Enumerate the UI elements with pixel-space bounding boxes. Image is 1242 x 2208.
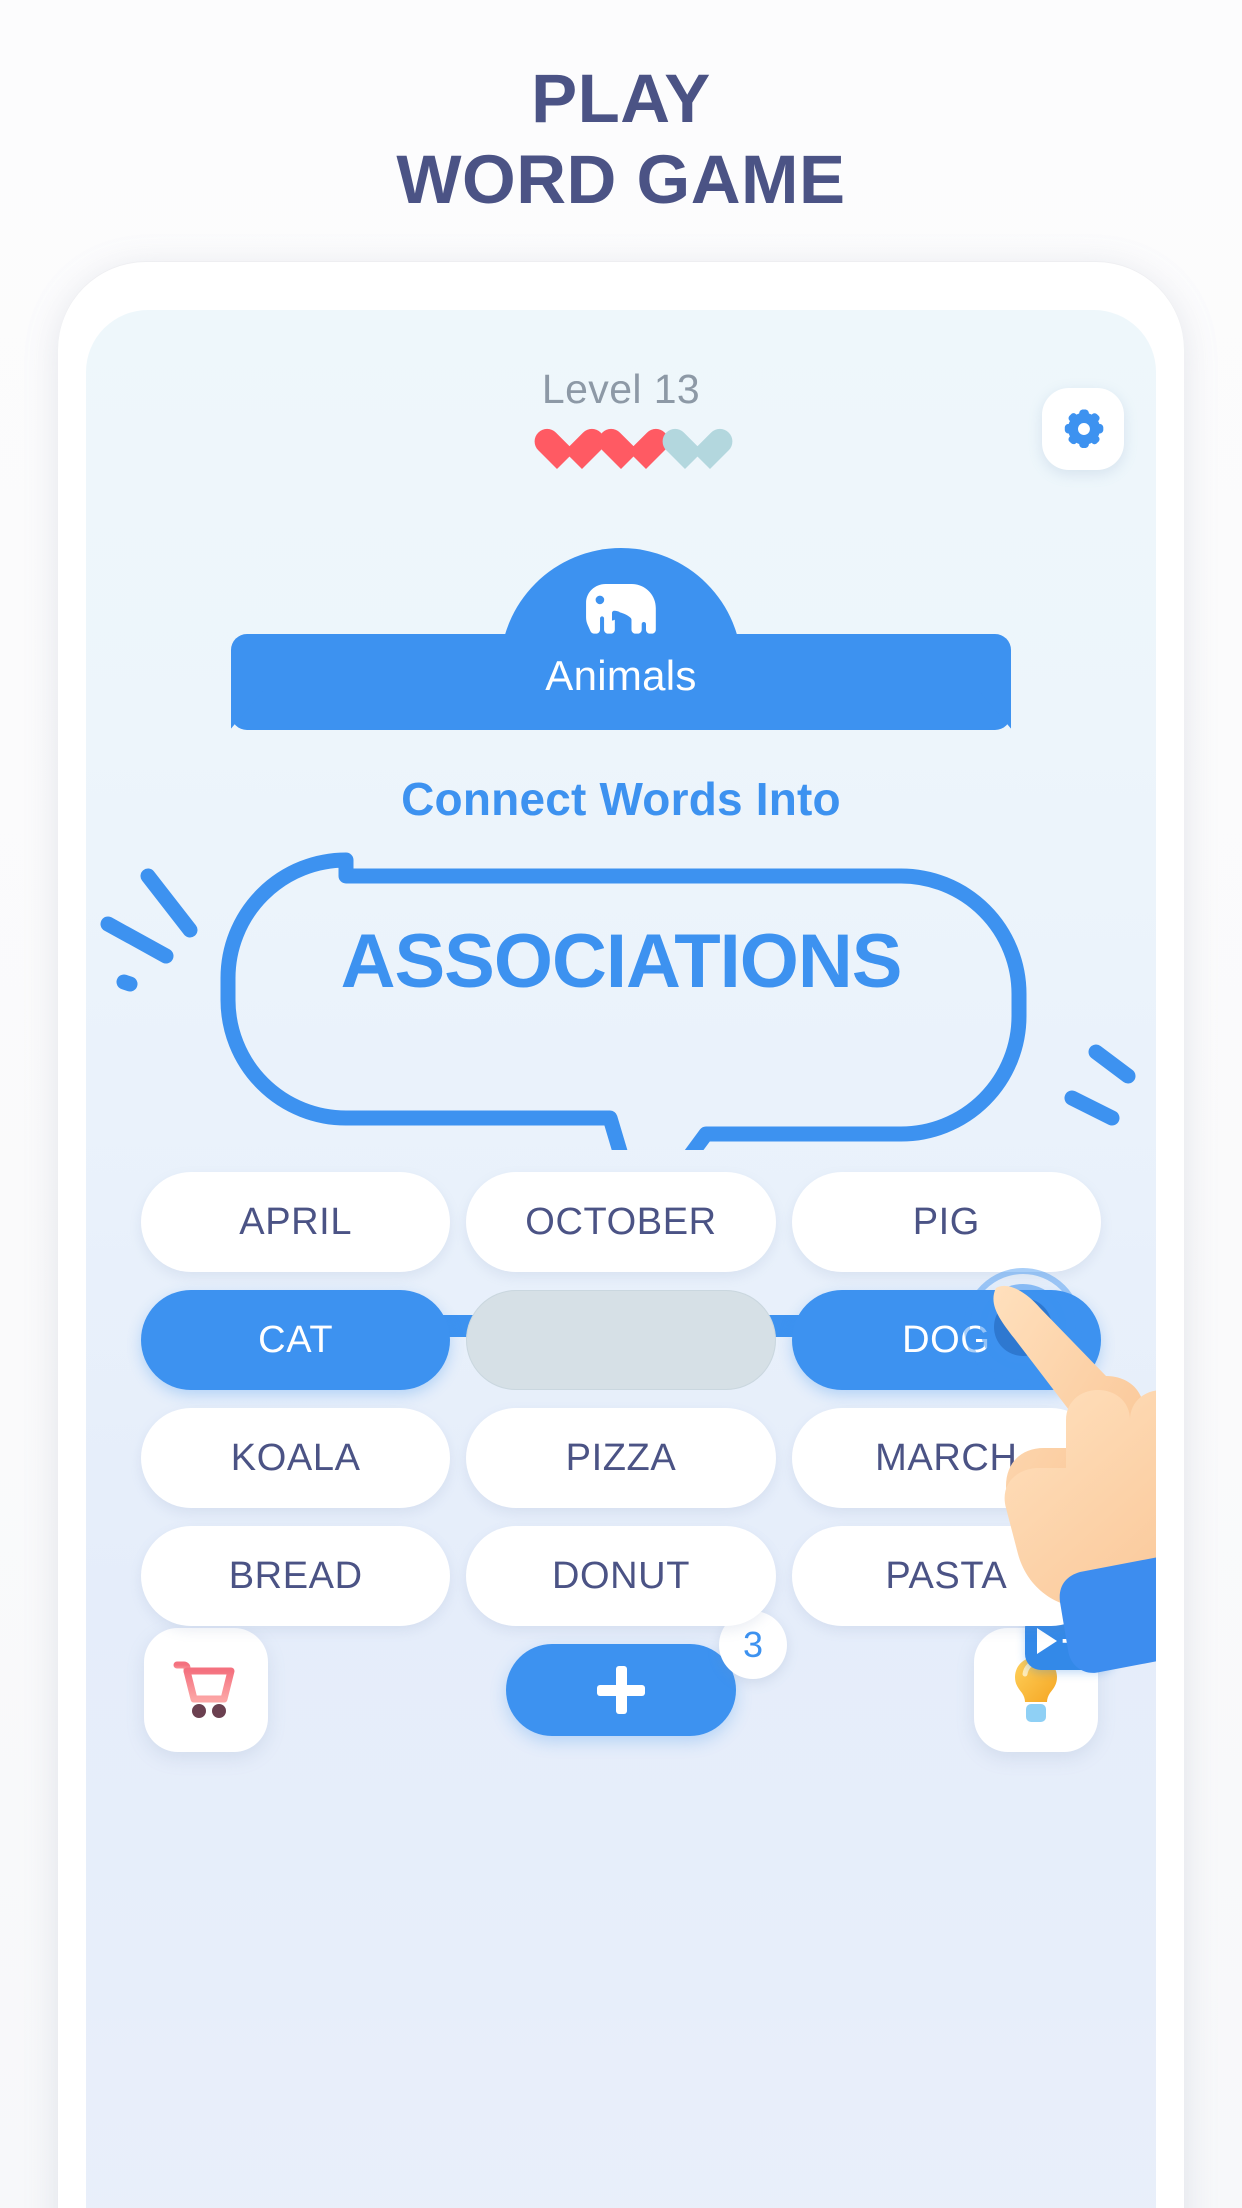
shopping-cart-icon <box>173 1659 239 1721</box>
word-tile-cat[interactable]: CAT <box>141 1290 451 1390</box>
word-tile-dog[interactable]: DOG <box>791 1290 1101 1390</box>
word-tile-pig[interactable]: PIG <box>791 1172 1101 1272</box>
phone-mockup: Level 13 Animals Connect Words Into ASSO… <box>58 262 1184 2208</box>
word-tile-pasta[interactable]: PASTA <box>791 1526 1101 1626</box>
shop-button[interactable] <box>144 1628 268 1752</box>
phone-screen: Level 13 Animals Connect Words Into ASSO… <box>86 310 1156 2208</box>
play-icon <box>1037 1628 1058 1654</box>
promo-headline-line-1: PLAY <box>531 60 711 137</box>
category-banner: Animals <box>86 548 1156 738</box>
category-label: Animals <box>545 652 697 699</box>
associations-headline: ASSOCIATIONS <box>340 919 903 1004</box>
word-tile-march[interactable]: MARCH <box>791 1408 1101 1508</box>
gear-icon <box>1060 406 1106 452</box>
game-bottom-bar: 3 +1 <box>86 1606 1156 1806</box>
plus-icon <box>597 1666 645 1714</box>
word-tile-koala[interactable]: KOALA <box>141 1408 451 1508</box>
elephant-icon <box>578 580 664 652</box>
ad-reward-label: +1 <box>1061 1621 1100 1660</box>
promo-headline: PLAY WORD GAME <box>0 58 1242 221</box>
word-grid: APRIL OCTOBER PIG CAT DOG KOALA PIZZA MA… <box>141 1172 1101 1626</box>
level-label: Level 13 <box>541 366 701 412</box>
promo-headline-line-2: WORD GAME <box>396 141 846 219</box>
heart-icon-empty-3 <box>661 430 709 474</box>
word-tile-blank[interactable] <box>466 1290 776 1390</box>
game-top-bar: Level 13 <box>86 366 1156 516</box>
settings-button[interactable] <box>1042 388 1124 470</box>
heart-icon-filled-2 <box>597 430 645 474</box>
word-tile-pizza[interactable]: PIZZA <box>466 1408 776 1508</box>
word-tile-bread[interactable]: BREAD <box>141 1526 451 1626</box>
heart-icon-filled-1 <box>533 430 581 474</box>
promo-screenshot: PLAY WORD GAME Level 13 Animals Connect … <box>0 0 1242 2208</box>
add-words-button[interactable] <box>506 1644 736 1736</box>
game-subtitle: Connect Words Into <box>401 773 841 825</box>
word-tile-donut[interactable]: DONUT <box>466 1526 776 1626</box>
word-tile-october[interactable]: OCTOBER <box>466 1172 776 1272</box>
associations-bubble: ASSOCIATIONS <box>86 830 1156 1150</box>
word-tile-april[interactable]: APRIL <box>141 1172 451 1272</box>
lives-indicator <box>86 430 1156 474</box>
